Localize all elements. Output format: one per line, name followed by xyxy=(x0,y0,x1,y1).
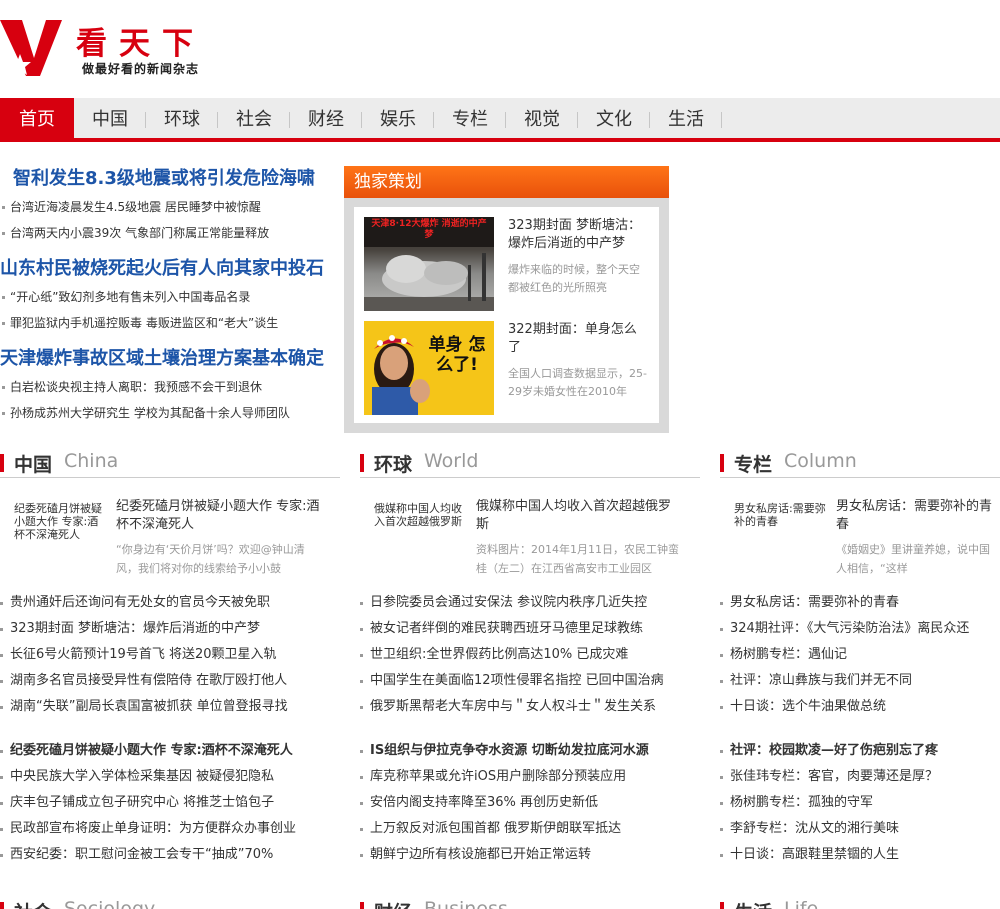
feature-description: “你身边有‘天价月饼’吗？欢迎@钟山清风，我们将对你的线索给予小小鼓 xyxy=(116,543,305,575)
list-item[interactable]: 纪委死磕月饼被疑小题大作 专家:酒杯不深淹死人 xyxy=(0,738,340,764)
exclusive-description: 全国人口调查数据显示，25-29岁未婚女性在2010年 xyxy=(508,367,647,398)
feature-title-link[interactable]: 男女私房话：需要弥补的青春 xyxy=(836,498,996,534)
list-item[interactable]: 库克称苹果或允许iOS用户删除部分预装应用 xyxy=(360,764,700,790)
headline-sub-link[interactable]: 台湾两天内小震39次 气象部门称属正常能量释放 xyxy=(0,220,336,246)
nav-item-visual[interactable]: 视觉 xyxy=(506,98,578,142)
list-item[interactable]: 张佳玮专栏：客官，肉要薄还是厚？ xyxy=(720,764,1000,790)
nav-item-column[interactable]: 专栏 xyxy=(434,98,506,142)
exclusive-item: 单身 怎么了! 322期封面：单身怎么了 全国人口调查数据显示，25-29岁未婚… xyxy=(364,321,649,421)
section-title-cn[interactable]: 环球 xyxy=(374,450,412,477)
section-title-en: Column xyxy=(784,450,857,472)
feature-description: 《婚姻史》里讲童养媳，说中国人相信，“这样 xyxy=(836,543,990,575)
list-item[interactable]: 湖南多名官员接受异性有偿陪侍 在歌厅殴打他人 xyxy=(0,668,340,694)
headline-sub-link[interactable]: 台湾近海凌晨发生4.5级地震 居民睡梦中被惊醒 xyxy=(0,194,336,220)
list-item[interactable]: 李舒专栏：沈从文的湘行美味 xyxy=(720,816,1000,842)
section-business-header: 财经 Business xyxy=(360,898,640,909)
list-item[interactable]: 中央民族大学入学体检采集基因 被疑侵犯隐私 xyxy=(0,764,340,790)
exclusive-item: 天津8·12大爆炸 消逝的中产梦 323期封面 梦断塘沽：爆炸后消逝的中产梦 爆… xyxy=(364,217,649,317)
list-item[interactable]: 杨树鹏专栏：孤独的守军 xyxy=(720,790,1000,816)
section-world: 环球 World 俄媒称中国人均收入首次超越俄罗斯 俄媒称中国人均收入首次超越俄罗… xyxy=(360,448,700,868)
headline-sub-link[interactable]: “开心纸”致幻剂多地有售未列入中国毒品名录 xyxy=(0,284,336,310)
site-logo[interactable]: 看天下 做最好看的新闻杂志 xyxy=(0,14,240,84)
list-item[interactable]: 十日谈：高跟鞋里禁锢的人生 xyxy=(720,842,1000,868)
exclusive-feature-box: 独家策划 天津8·12大爆炸 消逝的中产梦 323期封面 梦断塘沽：爆炸后消逝的… xyxy=(344,166,669,433)
list-item[interactable]: 长征6号火箭预计19号首飞 将送20颗卫星入轨 xyxy=(0,642,340,668)
list-item[interactable]: 安倍内阁支持率降至36% 再创历史新低 xyxy=(360,790,700,816)
exclusive-header: 独家策划 xyxy=(344,166,669,198)
section-title-en: Sociology xyxy=(64,898,156,909)
list-item[interactable]: 民政部宣布将废止单身证明：为方便群众办事创业 xyxy=(0,816,340,842)
section-china: 中国 China 纪委死磕月饼被疑小题大作 专家:酒杯不深淹死人 纪委死磕月饼被疑… xyxy=(0,448,340,868)
section-column: 专栏 Column 男女私房话:需要弥补的青春 男女私房话：需要弥补的青春 《婚姻… xyxy=(720,448,1000,868)
nav-item-society[interactable]: 社会 xyxy=(218,98,290,142)
section-title-en: China xyxy=(64,450,119,472)
feature-title-link[interactable]: 俄媒称中国人均收入首次超越俄罗斯 xyxy=(476,498,681,534)
feature-title-link[interactable]: 纪委死磕月饼被疑小题大作 专家:酒杯不深淹死人 xyxy=(116,498,321,534)
list-item[interactable]: 世卫组织:全世界假药比例高达10% 已成灾难 xyxy=(360,642,700,668)
section-title-en: World xyxy=(424,450,479,472)
feature-description: 资料图片：2014年1月11日，农民工钟蛮桂（左二）在江西省高安市工业园区 xyxy=(476,543,679,575)
list-item[interactable]: 男女私房话：需要弥补的青春 xyxy=(720,590,1000,616)
exclusive-thumbnail[interactable]: 天津8·12大爆炸 消逝的中产梦 xyxy=(364,217,494,311)
list-item[interactable]: 日参院委员会通过安保法 参议院内秩序几近失控 xyxy=(360,590,700,616)
nav-item-life[interactable]: 生活 xyxy=(650,98,722,142)
nav-item-world[interactable]: 环球 xyxy=(146,98,218,142)
exclusive-description: 爆炸来临的时候，整个天空都被红色的光所照亮 xyxy=(508,263,640,294)
section-title-cn[interactable]: 中国 xyxy=(14,450,52,477)
brand-slogan: 做最好看的新闻杂志 xyxy=(82,62,200,76)
list-item[interactable]: 324期社评：《大气污染防治法》离民众还 xyxy=(720,616,1000,642)
list-item[interactable]: 杨树鹏专栏：遇仙记 xyxy=(720,642,1000,668)
section-title-cn[interactable]: 专栏 xyxy=(734,450,772,477)
section-title-en: Life xyxy=(784,898,819,909)
top-headlines: 智利发生8.3级地震或将引发危险海啸 台湾近海凌晨发生4.5级地震 居民睡梦中被… xyxy=(0,164,336,426)
section-title-cn[interactable]: 财经 xyxy=(374,898,412,909)
headline-sub-link[interactable]: 白岩松谈央视主持人离职：我预感不会干到退休 xyxy=(0,374,336,400)
list-item[interactable]: 西安纪委：职工慰问金被工会专干“抽成”70% xyxy=(0,842,340,868)
logo-v-star-icon xyxy=(0,20,62,76)
thumbnail-caption: 天津8·12大爆炸 消逝的中产梦 xyxy=(371,219,487,240)
nav-item-culture[interactable]: 文化 xyxy=(578,98,650,142)
nav-item-entertainment[interactable]: 娱乐 xyxy=(362,98,434,142)
headline-sub-link[interactable]: 罪犯监狱内手机遥控贩毒 毒贩进监区和“老大”谈生 xyxy=(0,310,336,336)
list-item[interactable]: 被女记者绊倒的难民获聘西班牙马德里足球教练 xyxy=(360,616,700,642)
list-item[interactable]: 庆丰包子铺成立包子研究中心 将推芝士馅包子 xyxy=(0,790,340,816)
list-item[interactable]: 十日谈：选个牛油果做总统 xyxy=(720,694,1000,720)
section-title-en: Business xyxy=(424,898,508,909)
exclusive-thumbnail[interactable]: 单身 怎么了! xyxy=(364,321,494,415)
list-item[interactable]: 中国学生在美面临12项性侵罪名指控 已回中国治病 xyxy=(360,668,700,694)
section-title-cn[interactable]: 生活 xyxy=(734,898,772,909)
brand-name: 看天下 xyxy=(76,26,205,62)
feature-image-link[interactable]: 纪委死磕月饼被疑小题大作 专家:酒杯不深淹死人 xyxy=(0,498,116,578)
headline-title[interactable]: 山东村民被烧死起火后有人向其家中投石 xyxy=(0,254,336,284)
nav-item-finance[interactable]: 财经 xyxy=(290,98,362,142)
section-title-cn[interactable]: 社会 xyxy=(14,898,52,909)
list-item[interactable]: 社评：校园欺凌—好了伤疤别忘了疼 xyxy=(720,738,1000,764)
main-nav: 首页 中国 环球 社会 财经 娱乐 专栏 视觉 文化 生活 xyxy=(0,98,1000,142)
list-item[interactable]: 湖南“失联”副局长袁国富被抓获 单位曾登报寻找 xyxy=(0,694,340,720)
nav-item-china[interactable]: 中国 xyxy=(74,98,146,142)
exclusive-title-link[interactable]: 323期封面 梦断塘沽：爆炸后消逝的中产梦 xyxy=(508,217,648,253)
list-item[interactable]: 上万叙反对派包围首都 俄罗斯伊朗联军抵达 xyxy=(360,816,700,842)
section-society-header: 社会 Sociology xyxy=(0,898,280,909)
nav-item-home[interactable]: 首页 xyxy=(0,98,74,142)
headline-sub-link[interactable]: 孙杨成苏州大学研究生 学校为其配备十余人导师团队 xyxy=(0,400,336,426)
list-item[interactable]: IS组织与伊拉克争夺水资源 切断幼发拉底河水源 xyxy=(360,738,700,764)
feature-image-link[interactable]: 俄媒称中国人均收入首次超越俄罗斯 xyxy=(360,498,476,578)
list-item[interactable]: 俄罗斯黑帮老大车房中与＂女人权斗士＂发生关系 xyxy=(360,694,700,720)
list-item[interactable]: 贵州通奸后还询问有无处女的官员今天被免职 xyxy=(0,590,340,616)
thumbnail-caption: 单身 怎么了! xyxy=(428,335,486,375)
feature-image-link[interactable]: 男女私房话:需要弥补的青春 xyxy=(720,498,836,578)
list-item[interactable]: 323期封面 梦断塘沽：爆炸后消逝的中产梦 xyxy=(0,616,340,642)
list-item[interactable]: 社评：凉山彝族与我们并无不同 xyxy=(720,668,1000,694)
exclusive-title-link[interactable]: 322期封面：单身怎么了 xyxy=(508,321,648,357)
list-item[interactable]: 朝鲜宁边所有核设施都已开始正常运转 xyxy=(360,842,700,868)
section-life-header: 生活 Life xyxy=(720,898,1000,909)
headline-title[interactable]: 智利发生8.3级地震或将引发危险海啸 xyxy=(0,164,336,194)
headline-title[interactable]: 天津爆炸事故区域土壤治理方案基本确定 xyxy=(0,344,336,374)
